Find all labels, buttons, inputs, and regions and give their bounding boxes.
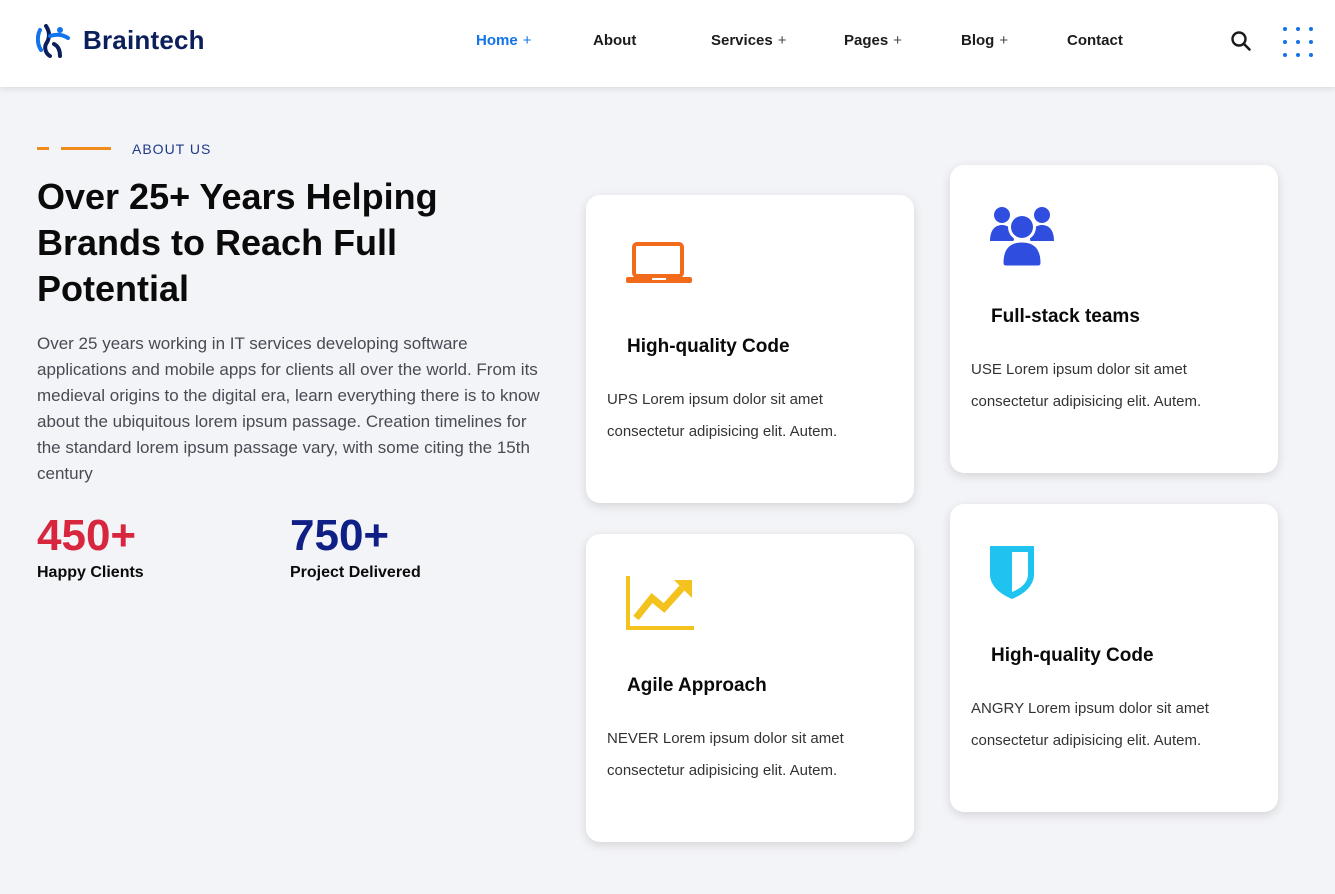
nav-item-services[interactable]: Services + [711, 32, 787, 49]
card-title: High-quality Code [991, 645, 1154, 666]
expand-plus-icon: + [777, 32, 787, 49]
stat-projects-value: 750+ [290, 511, 390, 560]
feature-card: Full-stack teams USE Lorem ipsum dolor s… [950, 165, 1278, 473]
nav-item-contact[interactable]: Contact [1067, 32, 1123, 49]
card-title: Agile Approach [627, 675, 767, 696]
users-icon [990, 207, 1054, 269]
feature-card: Agile Approach NEVER Lorem ipsum dolor s… [586, 534, 914, 842]
expand-plus-icon: + [999, 32, 1009, 49]
nav-item-label: Blog [961, 32, 995, 49]
tag-dash [37, 147, 49, 150]
nav-item-blog[interactable]: Blog + [961, 32, 1008, 49]
card-text: UPS Lorem ipsum dolor sit amet consectet… [607, 391, 838, 440]
braintech-logo-icon [36, 24, 70, 58]
card-title: Full-stack teams [991, 306, 1140, 327]
nav-item-home[interactable]: Home + [476, 32, 531, 49]
card-text: USE Lorem ipsum dolor sit amet consectet… [971, 361, 1202, 410]
card-text: ANGRY Lorem ipsum dolor sit amet consect… [971, 700, 1209, 749]
nav-item-label: About [593, 32, 637, 49]
nav-item-label: Pages [844, 32, 889, 49]
nav-item-about[interactable]: About [593, 32, 636, 49]
expand-plus-icon: + [893, 32, 902, 49]
card-text: NEVER Lorem ipsum dolor sit amet consect… [607, 730, 844, 779]
card-title: High-quality Code [627, 336, 790, 357]
nav-item-label: Services [711, 32, 773, 49]
section-description: Over 25 years working in IT services dev… [37, 334, 540, 483]
feature-card: High-quality Code UPS Lorem ipsum dolor … [586, 195, 914, 503]
nav-item-label: Home [476, 32, 518, 49]
brand-name: Braintech [83, 24, 205, 55]
search-icon[interactable] [1230, 30, 1252, 52]
chart-growth-icon [626, 576, 694, 630]
stat-projects-label: Project Delivered [290, 564, 421, 581]
brand-logo[interactable]: Braintech [36, 22, 205, 58]
laptop-icon [626, 242, 692, 283]
stat-happy-clients-value: 450+ [37, 511, 137, 560]
stat-happy-clients-label: Happy Clients [37, 564, 144, 581]
menu-grid-icon[interactable] [1282, 26, 1316, 60]
nav-item-label: Contact [1067, 32, 1123, 49]
section-tag: ABOUT US [132, 141, 212, 157]
tag-underline [61, 147, 111, 150]
feature-card: High-quality Code ANGRY Lorem ipsum dolo… [950, 504, 1278, 812]
shield-icon [990, 546, 1034, 599]
nav-item-pages[interactable]: Pages + [844, 32, 902, 49]
expand-plus-icon: + [522, 32, 532, 49]
section-heading: Over 25+ Years Helping Brands to Reach F… [37, 176, 438, 309]
site-header: Braintech Home + About Services + Pages + B… [0, 0, 1335, 87]
